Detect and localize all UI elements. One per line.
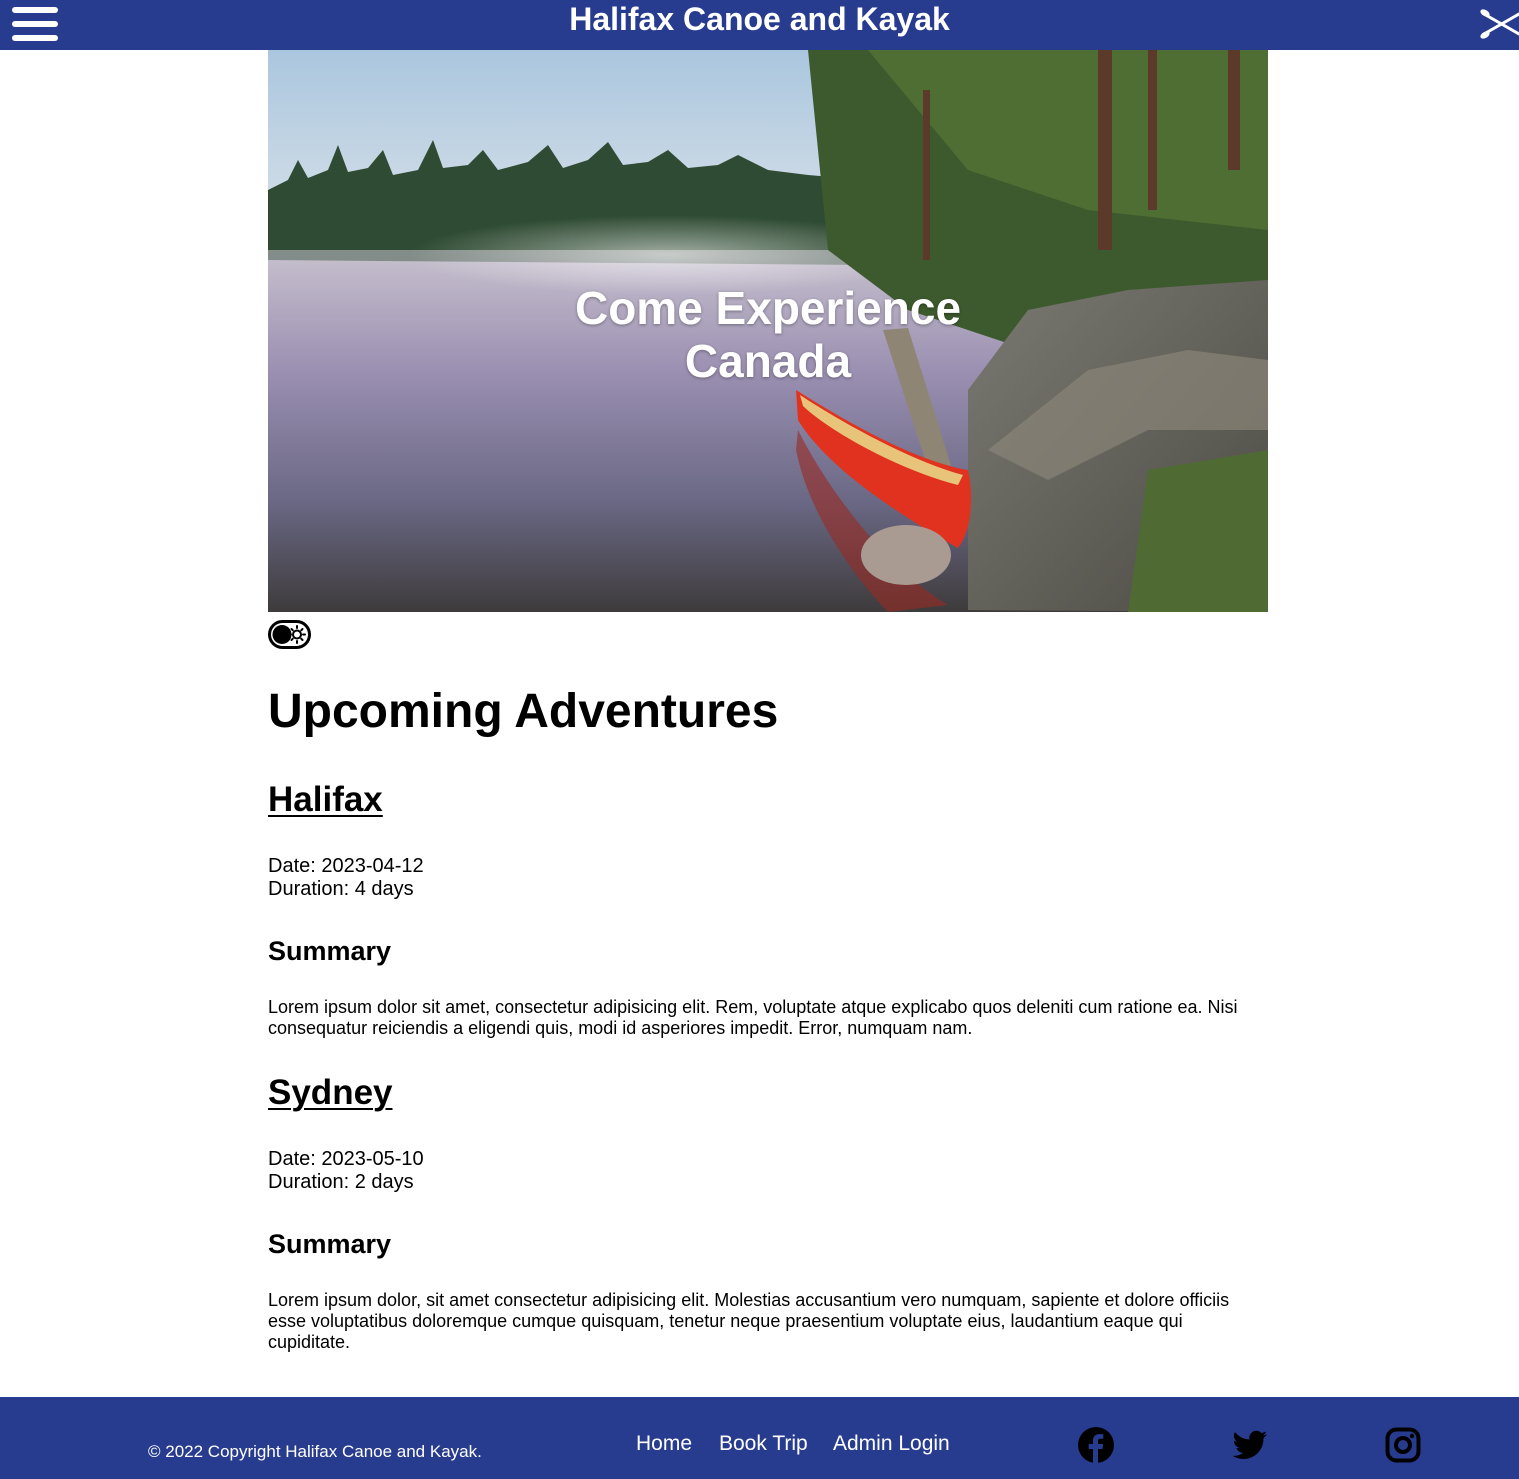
hero-line-1: Come Experience <box>574 282 962 334</box>
footer-link-home[interactable]: Home <box>636 1432 692 1456</box>
summary-heading: Summary <box>268 1229 392 1259</box>
instagram-icon[interactable] <box>1385 1427 1421 1463</box>
trip-card: Halifax Date: 2023-04-12 Duration: 4 day… <box>268 780 1258 1039</box>
trip-card: Sydney Date: 2023-05-10 Duration: 2 days… <box>268 1073 1258 1353</box>
trip-link-halifax[interactable]: Halifax <box>268 780 383 820</box>
trip-duration: Duration: 4 days <box>268 878 414 900</box>
page-heading: Upcoming Adventures <box>268 685 779 738</box>
trip-link-sydney[interactable]: Sydney <box>268 1073 393 1113</box>
trip-duration: Duration: 2 days <box>268 1171 414 1193</box>
footer-link-book-trip[interactable]: Book Trip <box>719 1432 808 1456</box>
copyright-text: © 2022 Copyright Halifax Canoe and Kayak… <box>148 1442 482 1461</box>
crossed-paddles-icon <box>1480 9 1519 39</box>
trip-summary: Lorem ipsum dolor sit amet, consectetur … <box>268 997 1238 1038</box>
trip-date: Date: 2023-05-10 <box>268 1148 424 1170</box>
dark-mode-toggle-icon[interactable] <box>268 620 311 649</box>
summary-heading: Summary <box>268 936 392 966</box>
trip-date: Date: 2023-04-12 <box>268 855 424 877</box>
hero-headline: Come Experience Canada <box>268 282 1268 388</box>
facebook-icon[interactable] <box>1078 1427 1114 1463</box>
trip-summary: Lorem ipsum dolor, sit amet consectetur … <box>268 1290 1230 1352</box>
twitter-icon[interactable] <box>1232 1427 1268 1463</box>
footer-link-admin-login[interactable]: Admin Login <box>833 1432 950 1456</box>
main-content: Upcoming Adventures Halifax Date: 2023-0… <box>268 682 1258 1353</box>
hero-banner: Come Experience Canada <box>268 50 1268 612</box>
site-title: Halifax Canoe and Kayak <box>569 1 950 37</box>
hero-line-2: Canada <box>684 335 852 387</box>
top-navbar: Halifax Canoe and Kayak <box>0 0 1519 50</box>
footer: © 2022 Copyright Halifax Canoe and Kayak… <box>0 1397 1519 1479</box>
